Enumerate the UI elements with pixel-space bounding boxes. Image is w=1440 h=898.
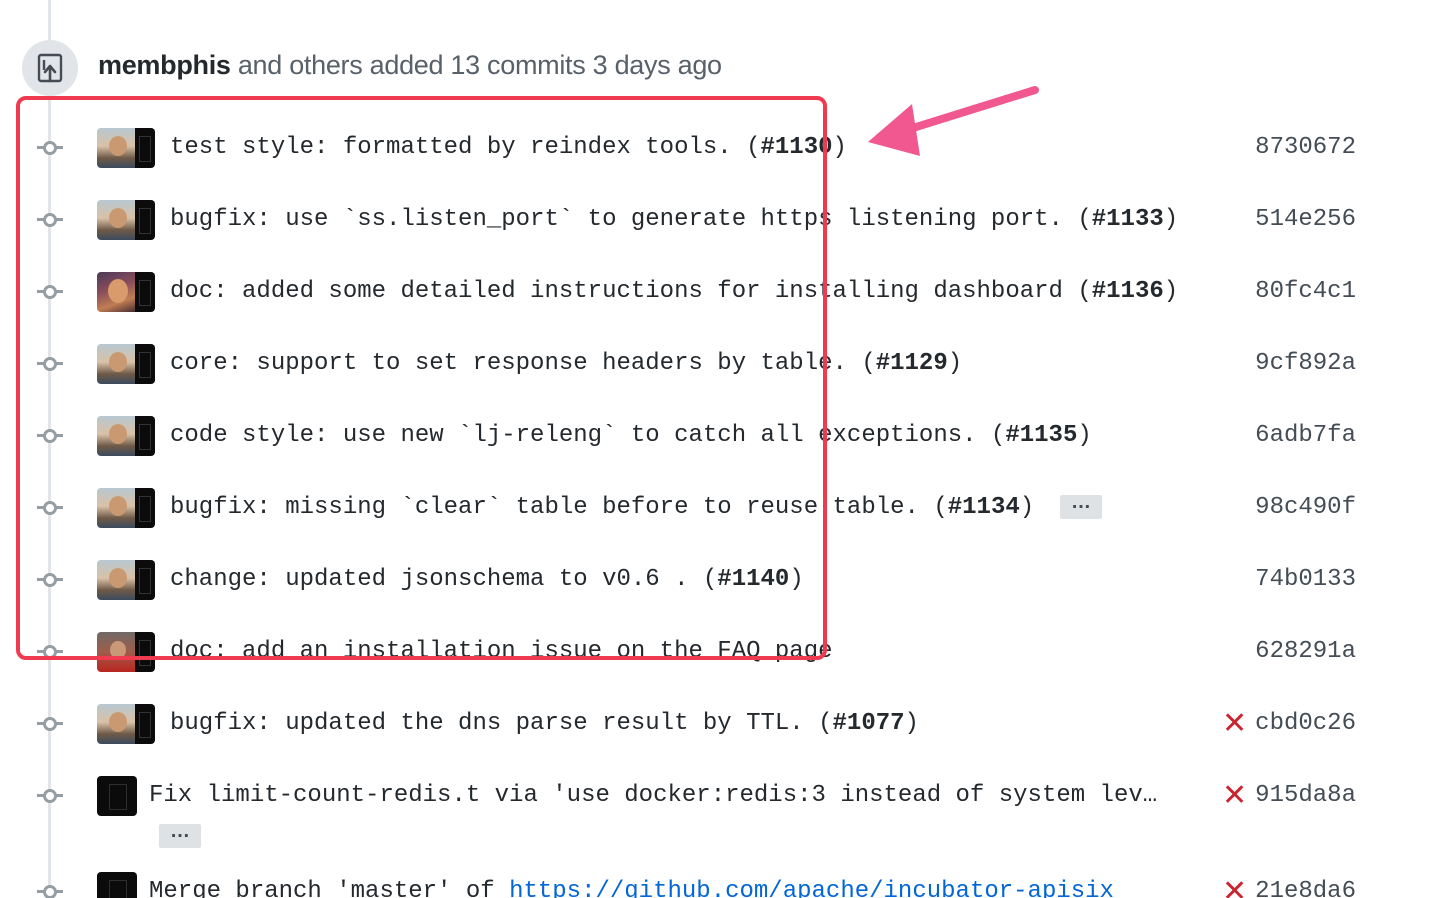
git-commit-icon xyxy=(37,428,63,444)
git-commit-icon xyxy=(37,788,63,804)
x-icon[interactable]: ✕ xyxy=(1222,709,1247,739)
git-commit-icon xyxy=(37,572,63,588)
commit-message[interactable]: bugfix: updated the dns parse result by … xyxy=(170,710,919,738)
commit-sha[interactable]: 74b0133 xyxy=(1255,566,1356,594)
commit-sha[interactable]: 80fc4c1 xyxy=(1255,278,1356,306)
commit-row: doc: add an installation issue on the FA… xyxy=(0,616,1440,688)
avatar[interactable] xyxy=(97,344,155,384)
commit-sha[interactable]: 9cf892a xyxy=(1255,350,1356,378)
commit-row: test style: formatted by reindex tools. … xyxy=(0,112,1440,184)
commit-group-title: membphis and others added 13 commits 3 d… xyxy=(98,50,722,81)
commit-row: change: updated jsonschema to v0.6 . (#1… xyxy=(0,544,1440,616)
commit-message[interactable]: change: updated jsonschema to v0.6 . (#1… xyxy=(170,566,804,594)
issue-link[interactable]: #1077 xyxy=(833,710,905,737)
commit-group-header: membphis and others added 13 commits 3 d… xyxy=(0,36,900,98)
avatar[interactable] xyxy=(97,488,155,528)
avatar[interactable] xyxy=(97,200,155,240)
commit-row: bugfix: use `ss.listen_port` to generate… xyxy=(0,184,1440,256)
commit-message[interactable]: doc: add an installation issue on the FA… xyxy=(170,638,833,666)
commit-sha[interactable]: 915da8a xyxy=(1255,782,1356,810)
commit-message[interactable]: bugfix: missing `clear` table before to … xyxy=(170,494,1034,522)
repo-push-icon xyxy=(22,40,78,96)
author-link[interactable]: membphis xyxy=(98,50,231,80)
issue-link[interactable]: #1136 xyxy=(1092,278,1164,305)
commit-row: bugfix: missing `clear` table before to … xyxy=(0,472,1440,544)
commit-row: Merge branch 'master' of https://github.… xyxy=(0,856,1440,898)
commit-summary: and others added 13 commits 3 days ago xyxy=(230,50,722,80)
issue-link[interactable]: #1135 xyxy=(1005,422,1077,449)
commit-message[interactable]: doc: added some detailed instructions fo… xyxy=(170,278,1178,306)
repo-link[interactable]: https://github.com/apache/incubator-apis… xyxy=(509,878,1114,898)
expand-description-button[interactable]: … xyxy=(1060,492,1102,519)
commit-message[interactable]: code style: use new `lj-releng` to catch… xyxy=(170,422,1092,450)
avatar[interactable] xyxy=(97,776,137,816)
commit-sha[interactable]: 628291a xyxy=(1255,638,1356,666)
commit-row: Fix limit-count-redis.t via 'use docker:… xyxy=(0,760,1440,848)
avatar[interactable] xyxy=(97,560,155,600)
git-commit-icon xyxy=(37,140,63,156)
x-icon[interactable]: ✕ xyxy=(1222,877,1247,898)
commit-sha[interactable]: cbd0c26 xyxy=(1255,710,1356,738)
commit-message[interactable]: bugfix: use `ss.listen_port` to generate… xyxy=(170,206,1178,234)
issue-link[interactable]: #1129 xyxy=(876,350,948,377)
git-commit-icon xyxy=(37,284,63,300)
commit-message[interactable]: Fix limit-count-redis.t via 'use docker:… xyxy=(149,782,1157,810)
commit-row: code style: use new `lj-releng` to catch… xyxy=(0,400,1440,472)
git-commit-icon xyxy=(37,884,63,898)
commit-sha[interactable]: 8730672 xyxy=(1255,134,1356,162)
commit-message[interactable]: Merge branch 'master' of https://github.… xyxy=(149,878,1114,898)
commit-message[interactable]: core: support to set response headers by… xyxy=(170,350,962,378)
avatar[interactable] xyxy=(97,632,155,672)
issue-link[interactable]: #1134 xyxy=(948,494,1020,521)
git-commit-icon xyxy=(37,356,63,372)
avatar[interactable] xyxy=(97,416,155,456)
avatar[interactable] xyxy=(97,704,155,744)
expand-description-button[interactable]: … xyxy=(159,821,201,848)
commit-row: bugfix: updated the dns parse result by … xyxy=(0,688,1440,760)
git-commit-icon xyxy=(37,212,63,228)
issue-link[interactable]: #1140 xyxy=(717,566,789,593)
commit-row: core: support to set response headers by… xyxy=(0,328,1440,400)
commit-sha[interactable]: 514e256 xyxy=(1255,206,1356,234)
git-commit-icon xyxy=(37,500,63,516)
git-commit-icon xyxy=(37,716,63,732)
git-commit-icon xyxy=(37,644,63,660)
commit-sha[interactable]: 21e8da6 xyxy=(1255,878,1356,898)
avatar[interactable] xyxy=(97,272,155,312)
avatar[interactable] xyxy=(97,128,155,168)
commit-sha[interactable]: 6adb7fa xyxy=(1255,422,1356,450)
commit-row: doc: added some detailed instructions fo… xyxy=(0,256,1440,328)
x-icon[interactable]: ✕ xyxy=(1222,781,1247,811)
commit-sha[interactable]: 98c490f xyxy=(1255,494,1356,522)
avatar[interactable] xyxy=(97,872,137,898)
issue-link[interactable]: #1130 xyxy=(761,134,833,161)
issue-link[interactable]: #1133 xyxy=(1092,206,1164,233)
commit-message[interactable]: test style: formatted by reindex tools. … xyxy=(170,134,847,162)
